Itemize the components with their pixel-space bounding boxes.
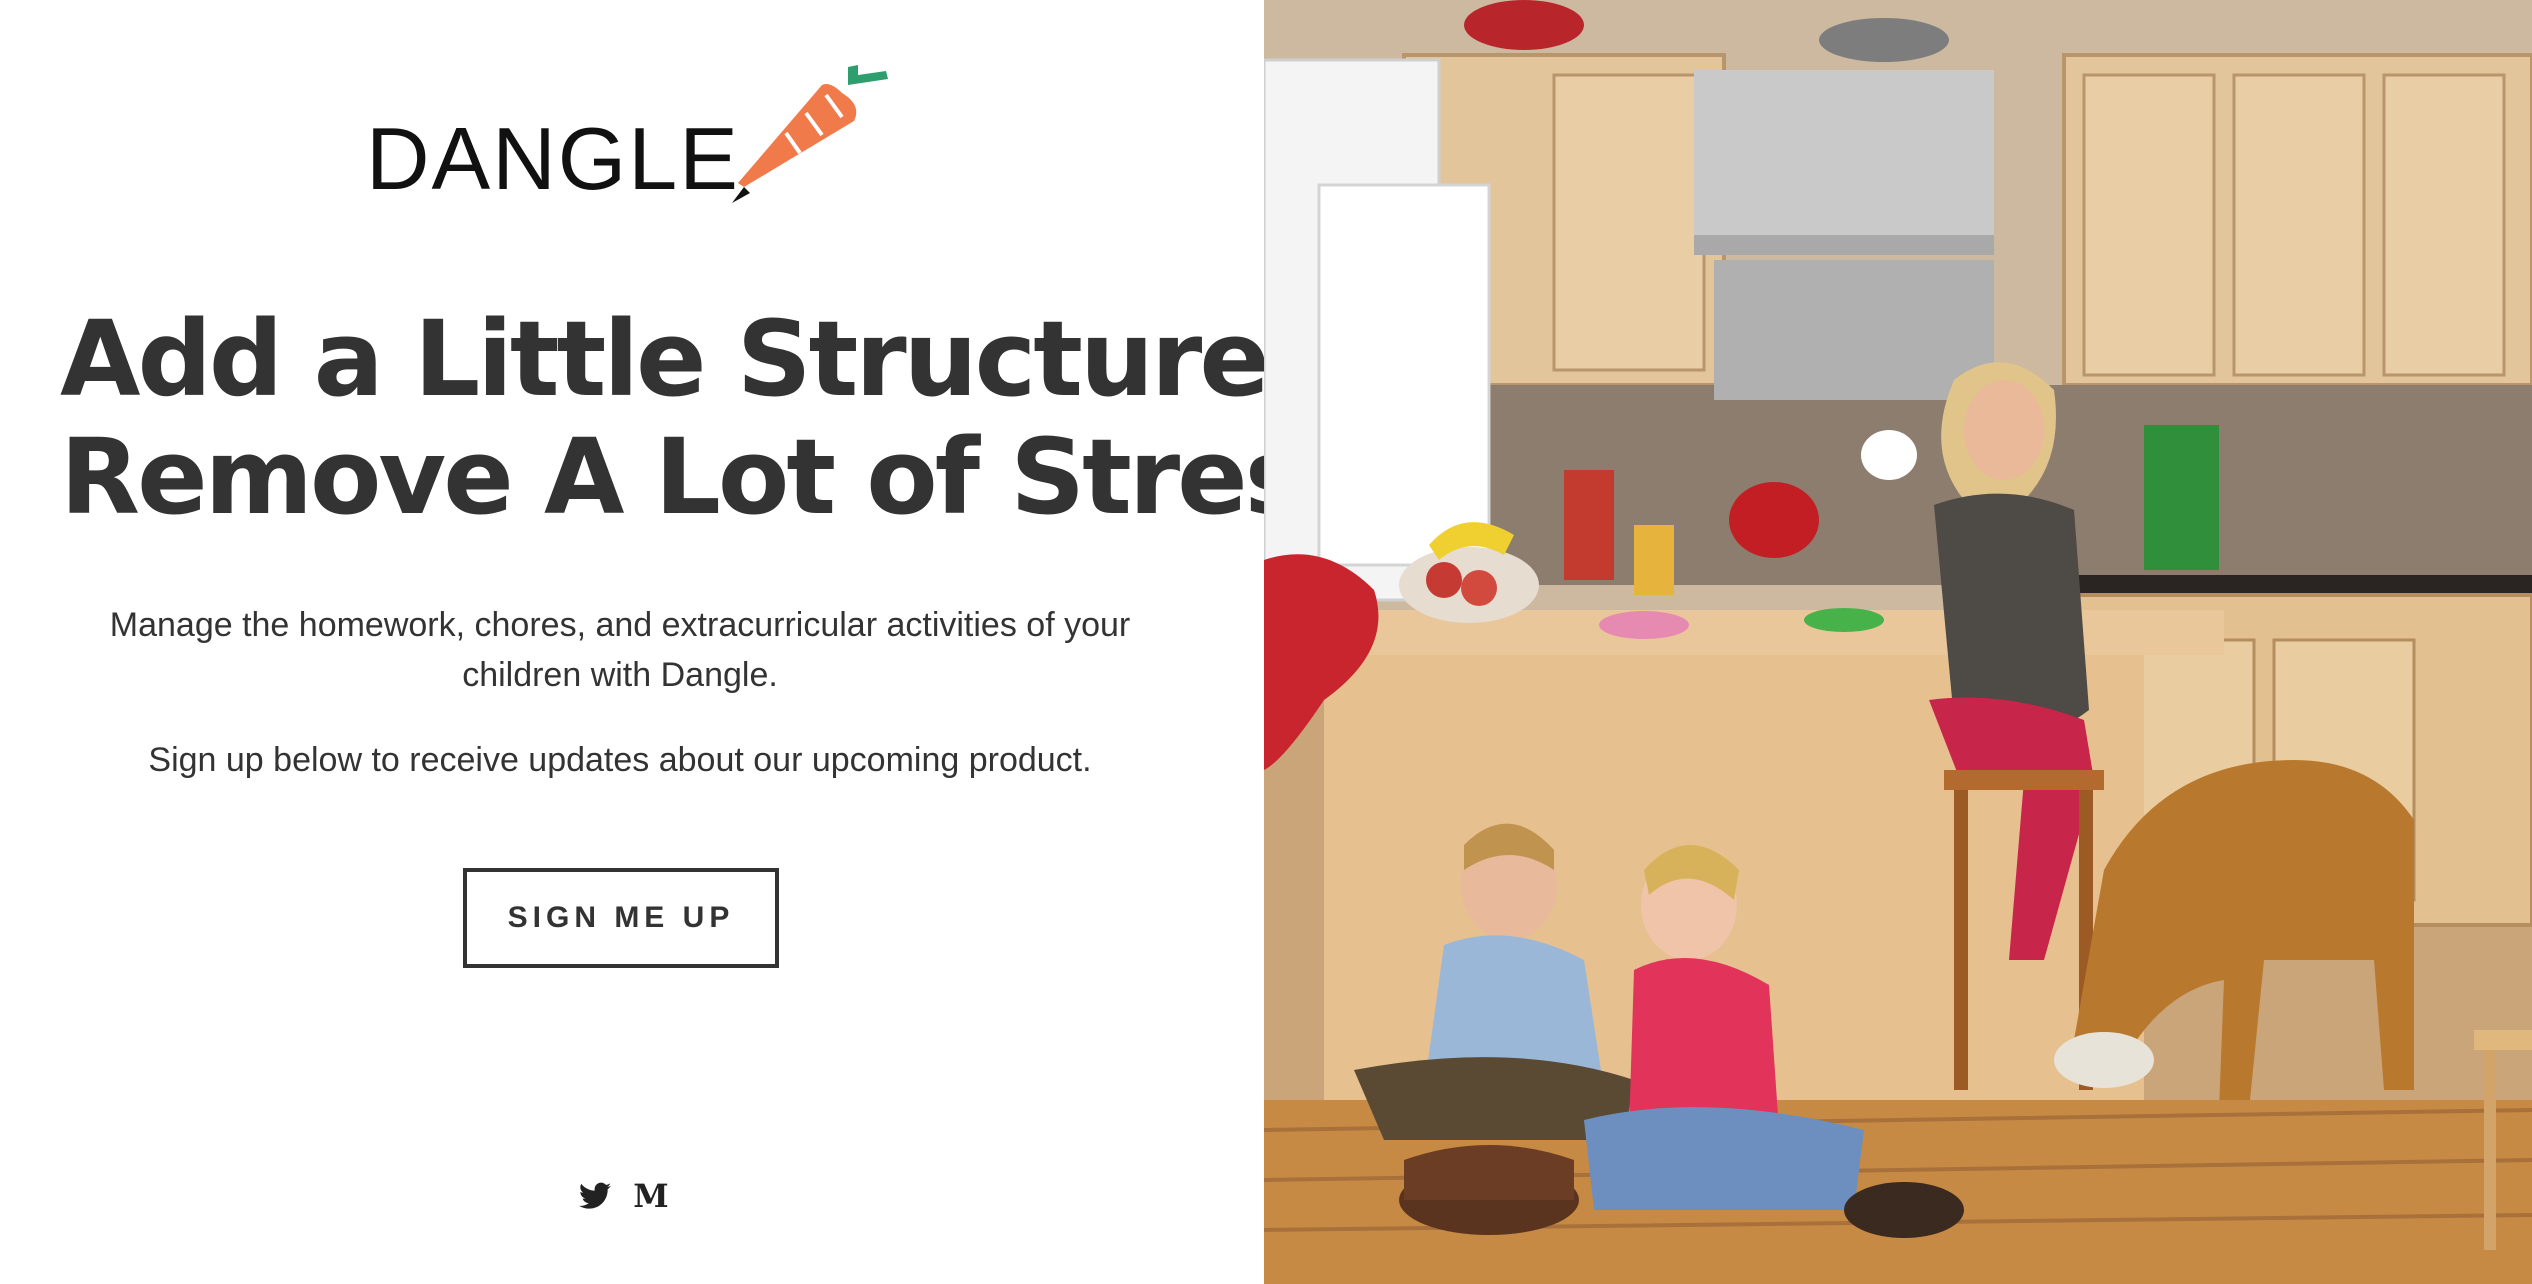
sign-me-up-button[interactable]: SIGN ME UP bbox=[463, 868, 779, 968]
headline-line-1: Add a Little Structure, bbox=[60, 298, 1306, 420]
kitchen-scene-photo bbox=[1264, 0, 2532, 1284]
headline-line-2: Remove A Lot of Stress bbox=[60, 416, 1365, 538]
dangle-logo[interactable]: DANGLE bbox=[360, 55, 900, 205]
social-links: M bbox=[578, 1178, 669, 1214]
left-panel: DANGLE Add a Little Structure, Remove A … bbox=[0, 0, 1365, 1284]
hero-description: Manage the homework, chores, and extracu… bbox=[109, 606, 1131, 694]
signup-prompt: Sign up below to receive updates about o… bbox=[148, 741, 1092, 779]
logo-wordmark: DANGLE bbox=[366, 109, 740, 208]
carrot-icon bbox=[732, 65, 888, 203]
page-title: Add a Little Structure, Remove A Lot of … bbox=[60, 298, 1365, 538]
photo-illustration bbox=[1264, 0, 2532, 1284]
medium-icon[interactable]: M bbox=[633, 1179, 668, 1213]
twitter-icon[interactable] bbox=[578, 1179, 612, 1213]
